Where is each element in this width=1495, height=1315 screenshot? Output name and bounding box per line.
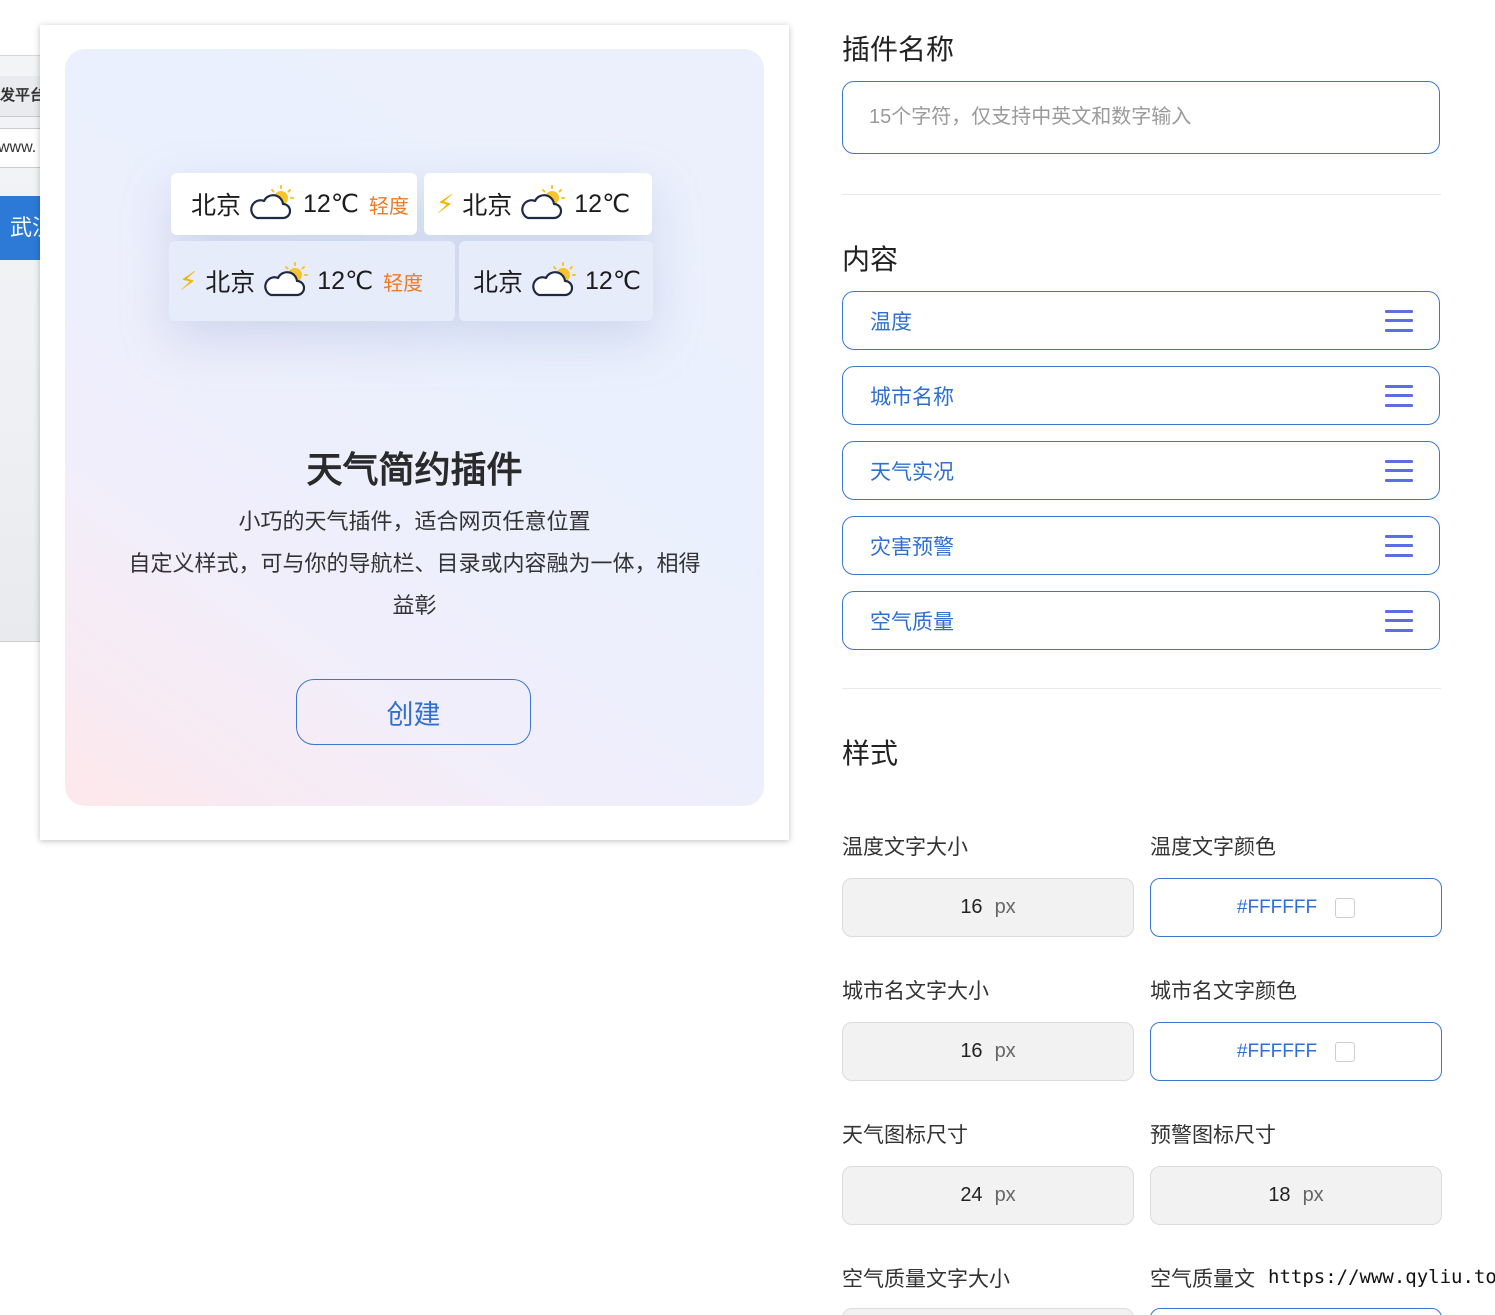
partly-cloudy-icon (521, 185, 566, 220)
value: 24 (960, 1184, 983, 1206)
city-name: 北京 (191, 192, 242, 220)
drag-handle-icon[interactable] (1385, 459, 1413, 482)
drag-handle-icon[interactable] (1385, 609, 1413, 632)
temp-size-input[interactable]: 16 px (842, 878, 1134, 937)
partly-cloudy-icon (264, 262, 309, 297)
unit: px (994, 896, 1016, 918)
lightning-icon: ⚡ (436, 188, 455, 219)
divider (842, 194, 1441, 195)
city-name: 北京 (473, 269, 524, 297)
content-item-weather[interactable]: 天气实况 (842, 441, 1440, 500)
value: 16 (960, 896, 983, 918)
value: 16 (960, 1040, 983, 1062)
temperature: 12℃ (317, 267, 374, 295)
partly-cloudy-icon (532, 262, 577, 297)
city-color-label: 城市名文字颜色 (1150, 980, 1297, 1003)
weather-icon-size-label: 天气图标尺寸 (842, 1124, 968, 1147)
drag-handle-icon[interactable] (1385, 309, 1413, 332)
description-line: 自定义样式，可与你的导航栏、目录或内容融为一体，相得益彰 (128, 551, 701, 618)
drag-handle-icon[interactable] (1385, 534, 1413, 557)
city-name: 北京 (205, 269, 256, 297)
content-item-label: 城市名称 (870, 385, 954, 409)
content-item-label: 温度 (870, 310, 912, 334)
preview-inner: 北京 12℃ 轻度 ⚡ 北京 12℃ ⚡ 北京 12℃ 轻度 北京 12℃ 天气… (65, 49, 764, 806)
create-button[interactable]: 创建 (296, 679, 531, 745)
temp-size-label: 温度文字大小 (842, 836, 968, 859)
aqi-label: 轻度 (368, 195, 409, 218)
lightning-icon: ⚡ (179, 265, 198, 296)
temp-color-input[interactable]: #FFFFFF (1150, 878, 1442, 937)
divider (842, 688, 1441, 689)
unit: px (994, 1040, 1016, 1062)
content-item-city[interactable]: 城市名称 (842, 366, 1440, 425)
content-item-label: 灾害预警 (870, 535, 954, 559)
value: 18 (1268, 1184, 1291, 1206)
partly-cloudy-icon (250, 185, 295, 220)
warn-icon-size-label: 预警图标尺寸 (1150, 1124, 1276, 1147)
color-swatch[interactable] (1335, 897, 1356, 918)
section-title-content: 内容 (842, 244, 899, 275)
unit: px (994, 1184, 1016, 1206)
color-swatch[interactable] (1335, 1041, 1356, 1062)
temperature: 12℃ (303, 190, 359, 218)
section-title-name: 插件名称 (842, 34, 955, 65)
warn-icon-size-input[interactable]: 18 px (1150, 1166, 1442, 1225)
aqi-color-input[interactable] (1150, 1308, 1442, 1315)
color-value: #FFFFFF (1236, 896, 1318, 918)
city-size-label: 城市名文字大小 (842, 980, 989, 1003)
weather-icon-size-input[interactable]: 24 px (842, 1166, 1134, 1225)
content-item-temperature[interactable]: 温度 (842, 291, 1440, 350)
content-item-label: 空气质量 (870, 610, 954, 634)
background-banner: 武汉 (0, 196, 42, 260)
content-item-warning[interactable]: 灾害预警 (842, 516, 1440, 575)
background-tab[interactable]: 发平台 (0, 76, 42, 117)
aqi-size-label: 空气质量文字大小 (842, 1268, 1010, 1291)
weather-chip: ⚡ 北京 12℃ (424, 173, 652, 235)
city-color-input[interactable]: #FFFFFF (1150, 1022, 1442, 1081)
temp-color-label: 温度文字颜色 (1150, 836, 1276, 859)
content-item-aqi[interactable]: 空气质量 (842, 591, 1440, 650)
drag-handle-icon[interactable] (1385, 384, 1413, 407)
plugin-name-input[interactable] (842, 81, 1440, 154)
weather-chip: 北京 12℃ 轻度 (171, 173, 417, 235)
city-name: 北京 (462, 192, 513, 220)
background-url-bar[interactable]: www. (0, 128, 42, 168)
temperature: 12℃ (585, 267, 641, 295)
plugin-description: 小巧的天气插件，适合网页任意位置 自定义样式，可与你的导航栏、目录或内容融为一体… (125, 501, 704, 627)
plugin-title: 天气简约插件 (306, 449, 523, 490)
section-title-style: 样式 (842, 738, 899, 769)
unit: px (1302, 1184, 1324, 1206)
aqi-size-input[interactable] (842, 1308, 1134, 1315)
background-window: 发平台 www. 武汉 (0, 55, 42, 642)
weather-chip: 北京 12℃ (459, 241, 653, 321)
content-item-label: 天气实况 (870, 460, 954, 484)
aqi-label: 轻度 (383, 272, 424, 295)
temperature: 12℃ (574, 190, 631, 218)
weather-chip: ⚡ 北京 12℃ 轻度 (169, 241, 455, 321)
color-value: #FFFFFF (1236, 1040, 1318, 1062)
city-size-input[interactable]: 16 px (842, 1022, 1134, 1081)
watermark: https://www.qyliu.top (1266, 1266, 1495, 1288)
aqi-color-label: 空气质量文 (1150, 1268, 1255, 1291)
description-line: 小巧的天气插件，适合网页任意位置 (238, 509, 591, 534)
preview-card: 北京 12℃ 轻度 ⚡ 北京 12℃ ⚡ 北京 12℃ 轻度 北京 12℃ 天气… (40, 25, 789, 840)
widget-preview: 北京 12℃ 轻度 ⚡ 北京 12℃ ⚡ 北京 12℃ 轻度 北京 12℃ (165, 169, 657, 329)
